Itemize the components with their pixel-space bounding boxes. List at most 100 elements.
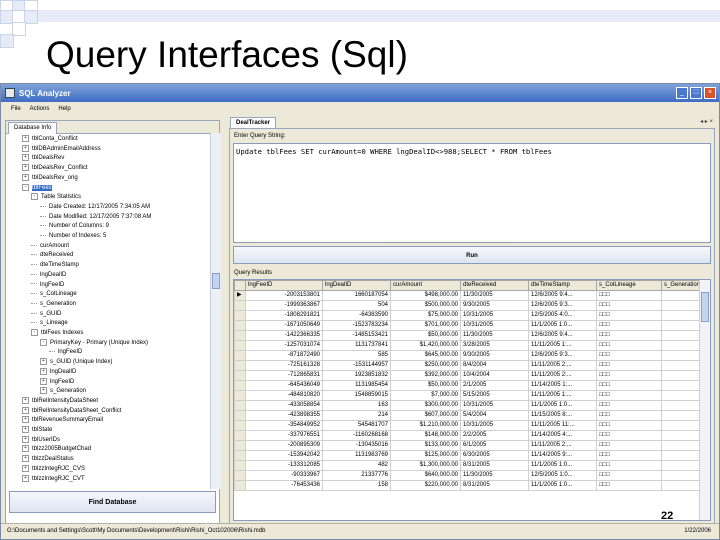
table-cell[interactable]: -725161328 xyxy=(245,360,323,371)
tree-node[interactable]: - Table Statistics xyxy=(31,193,81,202)
table-cell[interactable]: 545481707 xyxy=(322,420,391,431)
tree-node[interactable]: lngFeeID xyxy=(49,348,82,357)
table-cell[interactable]: 10/31/2005 xyxy=(460,310,529,321)
run-button[interactable]: Run xyxy=(233,246,711,264)
table-cell[interactable]: 11/30/2005 xyxy=(460,330,529,341)
row-selector[interactable] xyxy=(234,440,246,451)
table-cell[interactable]: 9/30/2005 xyxy=(460,350,529,361)
table-cell[interactable]: 11/11/2005 2:... xyxy=(528,370,597,381)
table-cell[interactable]: 1923851832 xyxy=(322,370,391,381)
table-cell[interactable]: 21337776 xyxy=(322,470,391,481)
expand-icon[interactable]: + xyxy=(40,367,47,375)
table-cell[interactable]: □□□ xyxy=(596,360,662,371)
row-selector[interactable] xyxy=(234,300,246,311)
table-cell[interactable]: 12/6/2005 9:4... xyxy=(528,330,597,341)
table-cell[interactable]: 1131983769 xyxy=(322,450,391,461)
row-selector[interactable] xyxy=(234,460,246,471)
table-cell[interactable]: -1999363867 xyxy=(245,300,323,311)
query-input[interactable]: Update tblFees SET curAmount=0 WHERE lng… xyxy=(233,143,711,243)
table-row[interactable]: -1257031074 1131737841 $1,420,000.00 3/28/2… xyxy=(234,340,706,351)
expand-icon[interactable]: + xyxy=(22,464,29,472)
table-cell[interactable]: -354849952 xyxy=(245,420,323,431)
table-cell[interactable]: 11/14/2005 1:... xyxy=(528,380,597,391)
table-cell[interactable]: $50,000.00 xyxy=(390,330,461,341)
tree-node[interactable]: + tblState xyxy=(22,426,52,435)
table-cell[interactable]: □□□ xyxy=(596,430,662,441)
table-cell[interactable]: □□□ xyxy=(596,450,662,461)
table-cell[interactable]: □□□ xyxy=(596,380,662,391)
row-selector[interactable] xyxy=(234,310,246,321)
table-row[interactable]: -76453436 158 $220,000.00 8/31/2005 11/1/200… xyxy=(234,480,706,491)
tree-node[interactable]: + tblDBAdminEmailAddress xyxy=(22,144,101,154)
row-selector[interactable] xyxy=(234,420,246,431)
table-cell[interactable]: 6/30/2005 xyxy=(460,450,529,461)
table-cell[interactable]: 11/15/2005 8:... xyxy=(528,410,597,421)
table-cell[interactable]: 2/2/2005 xyxy=(460,430,529,441)
table-cell[interactable]: -423898355 xyxy=(245,410,323,421)
column-header[interactable]: s_ColLineage xyxy=(596,280,662,291)
row-selector[interactable] xyxy=(234,380,246,391)
table-cell[interactable]: -2003153801 xyxy=(245,290,323,301)
table-cell[interactable]: □□□ xyxy=(596,410,662,421)
close-button[interactable]: × xyxy=(704,87,716,99)
tree-node[interactable]: dteTimeStamp xyxy=(31,261,79,270)
table-cell[interactable]: □□□ xyxy=(596,390,662,401)
tree-node[interactable]: + lngDealID xyxy=(40,367,76,377)
collapse-icon[interactable]: - xyxy=(31,193,38,201)
collapse-icon[interactable]: - xyxy=(40,338,47,346)
table-cell[interactable]: 11/11/2005 1:... xyxy=(528,340,597,351)
table-cell[interactable]: 482 xyxy=(322,460,391,471)
table-cell[interactable]: 8/31/2005 xyxy=(460,460,529,471)
tree-node[interactable]: dteReceived xyxy=(31,251,73,260)
expand-icon[interactable]: + xyxy=(22,435,29,443)
table-cell[interactable]: $50,000.00 xyxy=(390,380,461,391)
table-cell[interactable]: -1160268168 xyxy=(322,430,391,441)
table-cell[interactable]: 8/31/2005 xyxy=(460,480,529,491)
table-cell[interactable]: 1131985454 xyxy=(322,380,391,391)
table-cell[interactable]: -484810820 xyxy=(245,390,323,401)
table-cell[interactable]: 8/4/2004 xyxy=(460,360,529,371)
expand-icon[interactable]: + xyxy=(40,387,47,395)
table-cell[interactable]: $498,000.00 xyxy=(390,290,461,301)
table-row[interactable]: -153942042 1131983769 $125,000.00 6/30/2005… xyxy=(234,450,706,461)
table-cell[interactable]: $133,000.00 xyxy=(390,440,461,451)
table-cell[interactable]: $500,000.00 xyxy=(390,300,461,311)
results-scrollbar[interactable] xyxy=(699,280,710,520)
table-cell[interactable]: □□□ xyxy=(596,350,662,361)
table-cell[interactable]: □□□ xyxy=(596,310,662,321)
row-selector[interactable] xyxy=(234,400,246,411)
expand-icon[interactable]: + xyxy=(22,135,29,142)
table-cell[interactable]: $125,000.00 xyxy=(390,450,461,461)
menu-file[interactable]: File xyxy=(11,106,21,112)
table-row[interactable]: -1999363867 504 $500,000.00 9/30/2005 12/6/2… xyxy=(234,300,706,311)
table-cell[interactable]: 10/31/2005 xyxy=(460,320,529,331)
tree-node[interactable]: lngFeeID xyxy=(31,281,64,290)
table-cell[interactable]: □□□ xyxy=(596,330,662,341)
table-cell[interactable]: -871872490 xyxy=(245,350,323,361)
table-cell[interactable]: 11/14/2005 9:... xyxy=(528,450,597,461)
table-cell[interactable]: -133312085 xyxy=(245,460,323,471)
row-selector[interactable] xyxy=(234,480,246,491)
expand-icon[interactable]: + xyxy=(22,406,29,414)
table-cell[interactable]: $1,420,000.00 xyxy=(390,340,461,351)
expand-icon[interactable]: + xyxy=(40,377,47,385)
table-cell[interactable]: 11/11/2005 2:... xyxy=(528,360,597,371)
table-cell[interactable]: 11/11/2005 1:... xyxy=(528,390,597,401)
table-cell[interactable]: 12/5/2005 4:0... xyxy=(528,310,597,321)
table-cell[interactable]: -1808291821 xyxy=(245,310,323,321)
tree-node[interactable]: Date Modified: 12/17/2005 7:37:08 AM xyxy=(40,213,151,222)
tree-node[interactable]: Number of Columns: 9 xyxy=(40,222,109,231)
tree-node[interactable]: curAmount xyxy=(31,242,69,251)
tree-node[interactable]: + tblDealsRev_Conflict xyxy=(22,164,88,173)
collapse-icon[interactable]: - xyxy=(22,183,29,191)
table-cell[interactable]: 5/4/2004 xyxy=(460,410,529,421)
tree-scrollbar[interactable] xyxy=(210,133,221,489)
tree-node[interactable]: + tblRevenueSummaryEmail xyxy=(22,416,103,425)
row-selector[interactable] xyxy=(234,470,246,481)
table-cell[interactable]: $645,000.00 xyxy=(390,350,461,361)
table-row[interactable]: -1422366335 -1485153421 $50,000.00 11/30/20… xyxy=(234,330,706,341)
row-selector[interactable] xyxy=(234,430,246,441)
table-row[interactable]: -645436049 1131985454 $50,000.00 2/1/2005 11… xyxy=(234,380,706,391)
expand-icon[interactable]: + xyxy=(22,416,29,424)
table-row[interactable]: -725161328 -1531144957 $250,000.00 8/4/2004… xyxy=(234,360,706,371)
